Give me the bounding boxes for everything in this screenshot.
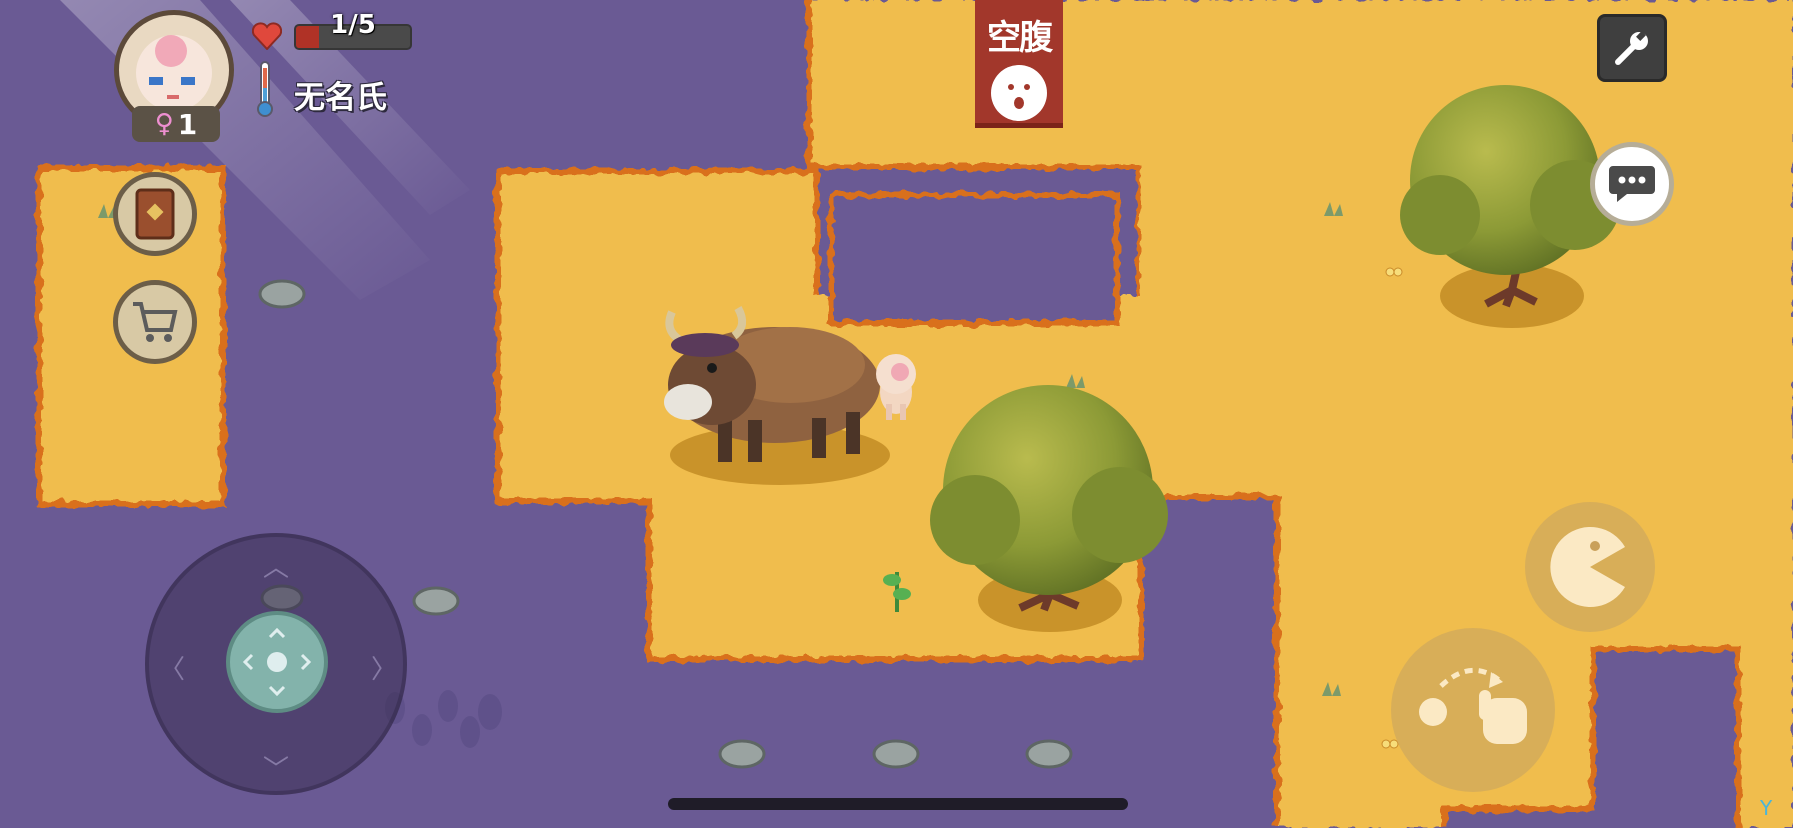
shopping-cart-icon (133, 302, 178, 342)
health-text: 1/5 (330, 10, 376, 40)
hunger-status-banner: 空腹 (975, 0, 1063, 128)
rock (1025, 739, 1073, 769)
book-icon (135, 188, 175, 240)
dpad-icon (242, 627, 312, 697)
sad-face-icon (991, 65, 1047, 121)
settings-button[interactable] (1597, 14, 1667, 82)
recipe-book-button[interactable] (113, 172, 197, 256)
joystick-knob[interactable] (226, 611, 328, 713)
joystick-down-arrow: ﹀ (263, 755, 290, 785)
joystick-up-arrow: ︿ (263, 553, 290, 583)
pacman-mouth-icon (1550, 527, 1625, 607)
hunger-label: 空腹 (987, 18, 1053, 58)
player-age: 1 (177, 107, 198, 141)
player-name: 无名氏 (294, 80, 387, 116)
speech-bubble-icon (1609, 166, 1655, 202)
rock (412, 586, 460, 616)
home-indicator[interactable] (668, 798, 1128, 810)
corner-mark: Y (1760, 796, 1773, 820)
throw-hand-icon (1419, 667, 1527, 744)
wrench-icon (1615, 31, 1648, 65)
shop-button[interactable] (113, 280, 197, 364)
joystick-right-arrow: 〉 (371, 655, 398, 685)
heart-icon (252, 22, 282, 50)
rock (258, 279, 306, 309)
chat-button[interactable] (1590, 142, 1674, 226)
female-symbol: ♀ (154, 109, 174, 139)
joystick-left-arrow: 〈 (159, 655, 186, 685)
rock (718, 739, 766, 769)
thermometer-icon (257, 61, 273, 117)
rock (872, 739, 920, 769)
eat-button[interactable] (1525, 502, 1655, 632)
gender-age-badge: ♀ 1 (132, 106, 220, 142)
throw-button[interactable] (1391, 628, 1555, 792)
